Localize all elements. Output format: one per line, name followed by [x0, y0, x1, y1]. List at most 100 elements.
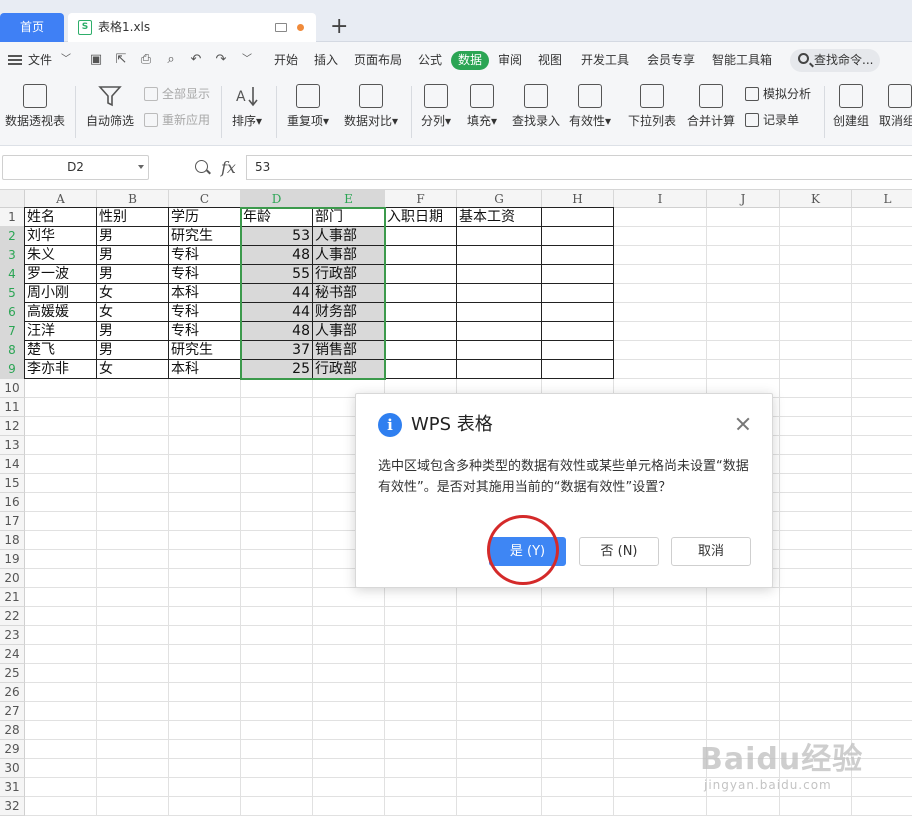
table-cell[interactable]: 女 [97, 360, 168, 378]
reapply-button[interactable]: 重新应用 [144, 111, 210, 129]
table-cell[interactable]: 专科 [169, 303, 240, 321]
close-icon[interactable] [733, 414, 753, 434]
table-cell[interactable]: 44 [241, 284, 312, 302]
row-header[interactable]: 25 [0, 664, 25, 683]
table-cell[interactable]: 25 [241, 360, 312, 378]
menu-page-layout[interactable]: 页面布局 [354, 42, 402, 78]
show-all-button[interactable]: 全部显示 [144, 85, 210, 103]
formula-input[interactable]: 53 [246, 155, 912, 180]
column-header[interactable]: H [542, 190, 614, 208]
table-cell[interactable]: 48 [241, 246, 312, 264]
row-header[interactable]: 30 [0, 759, 25, 778]
row-header[interactable]: 6 [0, 303, 25, 322]
row-header[interactable]: 4 [0, 265, 25, 284]
column-header[interactable]: G [457, 190, 542, 208]
dropdown-list-button[interactable]: 下拉列表 [625, 78, 679, 146]
table-cell[interactable]: 楚飞 [25, 341, 96, 359]
table-cell[interactable]: 男 [97, 341, 168, 359]
fill-button[interactable]: 填充▾ [463, 78, 501, 146]
row-header[interactable]: 11 [0, 398, 25, 417]
table-cell[interactable]: 行政部 [313, 265, 384, 283]
menu-view[interactable]: 视图 [538, 42, 562, 78]
autofilter-button[interactable]: 自动筛选 [84, 78, 136, 146]
table-cell[interactable]: 本科 [169, 360, 240, 378]
table-cell[interactable]: 周小刚 [25, 284, 96, 302]
row-header[interactable]: 8 [0, 341, 25, 360]
monitor-icon[interactable] [275, 23, 287, 32]
chevron-down-icon[interactable]: ﹀ [59, 53, 73, 67]
column-header[interactable]: E [313, 190, 385, 208]
header-cell[interactable]: 学历 [169, 208, 241, 227]
header-cell[interactable]: 姓名 [25, 208, 97, 227]
column-header[interactable]: B [97, 190, 169, 208]
table-cell[interactable]: 朱义 [25, 246, 96, 264]
table-cell[interactable]: 财务部 [313, 303, 384, 321]
row-header[interactable]: 14 [0, 455, 25, 474]
row-header[interactable]: 26 [0, 683, 25, 702]
export-icon[interactable]: ⇱ [114, 53, 128, 67]
table-cell[interactable]: 罗一波 [25, 265, 96, 283]
row-header[interactable]: 10 [0, 379, 25, 398]
menu-icon[interactable] [8, 55, 22, 65]
command-search[interactable]: 查找命令... [790, 49, 880, 72]
row-header[interactable]: 31 [0, 778, 25, 797]
table-cell[interactable]: 高媛媛 [25, 303, 96, 321]
column-header[interactable]: I [614, 190, 707, 208]
menu-file[interactable]: 文件 [28, 42, 52, 78]
tab-file[interactable]: S 表格1.xls [68, 13, 316, 42]
header-cell[interactable]: 基本工资 [457, 208, 542, 227]
redo-icon[interactable]: ↷ [214, 53, 228, 67]
table-cell[interactable]: 男 [97, 265, 168, 283]
print-icon[interactable]: ⎙ [139, 53, 153, 67]
sort-button[interactable]: A 排序▾ [228, 78, 266, 146]
table-cell[interactable]: 女 [97, 303, 168, 321]
consolidate-button[interactable]: 合并计算 [685, 78, 737, 146]
column-header[interactable]: C [169, 190, 241, 208]
column-header[interactable]: D [241, 190, 313, 208]
print-preview-icon[interactable]: ⌕ [164, 53, 178, 67]
table-cell[interactable]: 研究生 [169, 227, 240, 245]
table-cell[interactable]: 44 [241, 303, 312, 321]
row-header[interactable]: 20 [0, 569, 25, 588]
row-header[interactable]: 21 [0, 588, 25, 607]
table-cell[interactable]: 人事部 [313, 246, 384, 264]
no-button[interactable]: 否 (N) [579, 537, 659, 566]
column-header[interactable]: J [707, 190, 780, 208]
table-cell[interactable]: 秘书部 [313, 284, 384, 302]
menu-developer[interactable]: 开发工具 [581, 42, 629, 78]
column-header[interactable]: A [25, 190, 97, 208]
menu-member[interactable]: 会员专享 [647, 42, 695, 78]
table-cell[interactable]: 专科 [169, 322, 240, 340]
new-tab-button[interactable]: + [330, 14, 348, 40]
table-cell[interactable]: 男 [97, 246, 168, 264]
table-cell[interactable]: 销售部 [313, 341, 384, 359]
column-header[interactable]: K [780, 190, 852, 208]
row-header[interactable]: 19 [0, 550, 25, 569]
row-header[interactable]: 27 [0, 702, 25, 721]
yes-button[interactable]: 是 (Y) [489, 537, 566, 566]
row-header[interactable]: 23 [0, 626, 25, 645]
table-cell[interactable]: 55 [241, 265, 312, 283]
header-cell[interactable]: 年龄 [241, 208, 313, 227]
row-header[interactable]: 29 [0, 740, 25, 759]
row-header[interactable]: 5 [0, 284, 25, 303]
row-header[interactable]: 24 [0, 645, 25, 664]
column-header[interactable]: F [385, 190, 457, 208]
row-header[interactable]: 28 [0, 721, 25, 740]
table-cell[interactable]: 人事部 [313, 227, 384, 245]
customize-icon[interactable]: ﹀ [240, 53, 254, 67]
menu-start[interactable]: 开始 [274, 42, 298, 78]
header-cell[interactable]: 部门 [313, 208, 385, 227]
table-cell[interactable]: 李亦非 [25, 360, 96, 378]
row-header[interactable]: 18 [0, 531, 25, 550]
header-cell[interactable]: 入职日期 [385, 208, 457, 227]
table-cell[interactable]: 人事部 [313, 322, 384, 340]
create-group-button[interactable]: 创建组 [830, 78, 872, 146]
split-column-button[interactable]: 分列▾ [418, 78, 454, 146]
menu-data[interactable]: 数据 [451, 51, 490, 70]
row-header[interactable]: 16 [0, 493, 25, 512]
cancel-button[interactable]: 取消 [671, 537, 751, 566]
table-cell[interactable]: 37 [241, 341, 312, 359]
table-cell[interactable]: 行政部 [313, 360, 384, 378]
row-header[interactable]: 13 [0, 436, 25, 455]
